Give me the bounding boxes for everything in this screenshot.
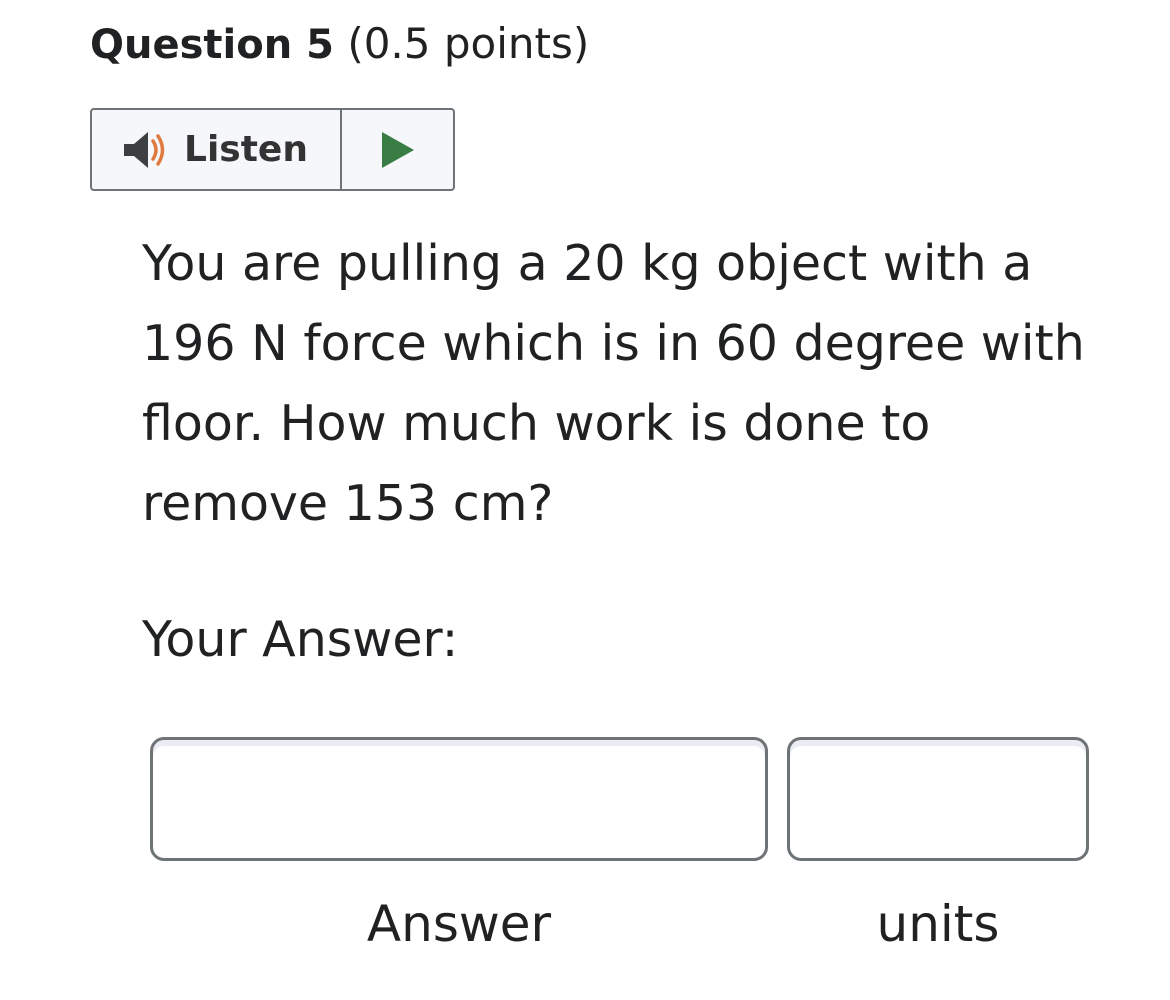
answer-prompt: Your Answer: <box>142 611 459 668</box>
answer-field-label: Answer <box>366 895 552 953</box>
question-number: Question 5 <box>90 22 334 68</box>
speaker-icon <box>124 131 165 168</box>
play-button[interactable] <box>342 110 453 189</box>
question-header: Question 5 (0.5 points) <box>90 14 589 75</box>
units-input[interactable] <box>787 737 1089 861</box>
listen-label: Listen <box>184 129 308 170</box>
question-text: You are pulling a 20 kg object with a 19… <box>142 235 1085 532</box>
units-field-label: units <box>876 895 1000 953</box>
listen-button[interactable]: Listen <box>92 110 342 189</box>
play-icon <box>381 131 414 168</box>
listen-widget: Listen <box>90 108 455 191</box>
answer-input[interactable] <box>150 737 768 861</box>
question-points: (0.5 points) <box>347 19 590 68</box>
